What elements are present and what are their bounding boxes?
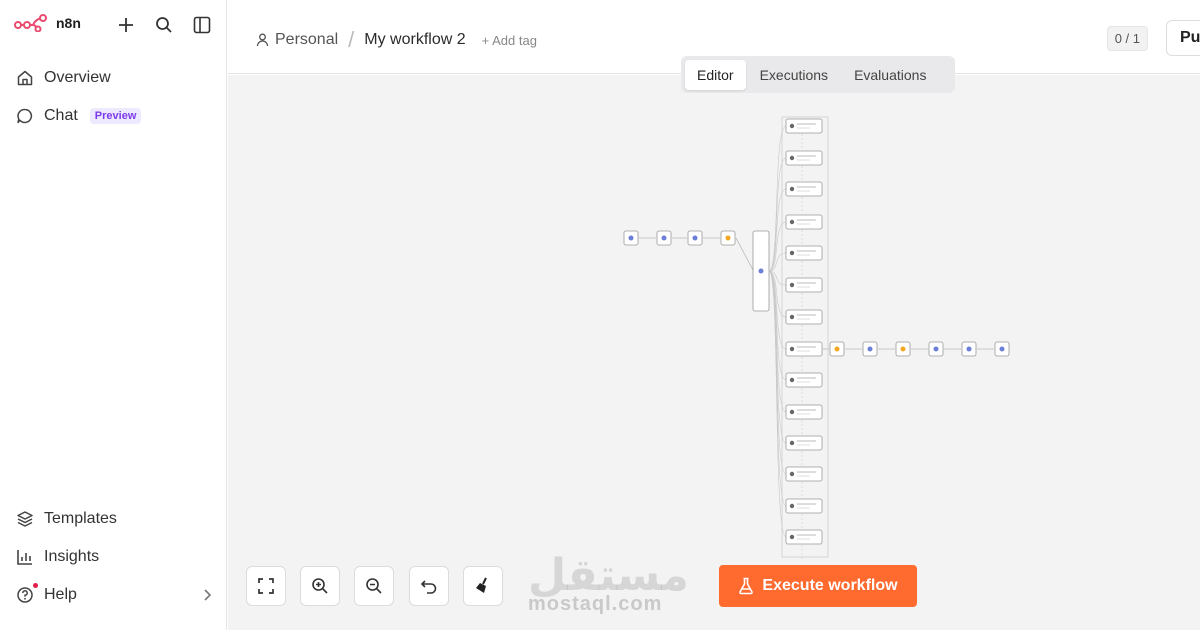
sidebar-item-help[interactable]: Help [0, 576, 227, 614]
fit-view-icon [258, 578, 274, 594]
workflow-canvas[interactable] [228, 75, 1200, 630]
home-icon [17, 70, 33, 86]
sidebar: n8n Overview Chat Preview Templates Insi… [0, 0, 227, 630]
node-icon[interactable] [692, 235, 698, 241]
node-icon[interactable] [789, 155, 795, 161]
plus-icon[interactable] [116, 15, 136, 35]
node-icon[interactable] [789, 123, 795, 129]
sidebar-bottom-nav: Templates Insights Help [0, 500, 227, 614]
fit-view-button[interactable] [246, 566, 286, 606]
undo-icon [421, 580, 437, 594]
connection [768, 221, 787, 272]
breadcrumb: Personal / My workflow 2 + Add tag [256, 27, 537, 53]
n8n-app: n8n Overview Chat Preview Templates Insi… [0, 0, 1200, 630]
sidebar-item-label: Help [44, 586, 77, 603]
brand-name: n8n [56, 15, 81, 31]
sidebar-item-templates[interactable]: Templates [0, 500, 227, 538]
workflow-graph[interactable] [228, 75, 1200, 630]
sidebar-item-label: Overview [44, 69, 111, 86]
node-icon[interactable] [900, 346, 906, 352]
preview-badge: Preview [89, 108, 142, 124]
tab-evaluations[interactable]: Evaluations [842, 60, 938, 90]
node-icon[interactable] [628, 235, 634, 241]
notification-dot [33, 583, 38, 588]
user-icon [256, 33, 269, 47]
sidebar-item-label: Chat [44, 107, 78, 124]
node-icon[interactable] [661, 235, 667, 241]
breadcrumb-project[interactable]: Personal [256, 31, 338, 49]
tab-editor[interactable]: Editor [685, 59, 746, 90]
node-icon[interactable] [789, 219, 795, 225]
workflow-title[interactable]: My workflow 2 [364, 31, 465, 49]
node-icon[interactable] [789, 346, 795, 352]
connection [735, 237, 754, 271]
templates-icon [17, 511, 33, 527]
add-tag-button[interactable]: + Add tag [482, 33, 537, 48]
flask-icon [739, 577, 754, 595]
node-icon[interactable] [966, 346, 972, 352]
execute-workflow-button[interactable]: Execute workflow [719, 565, 917, 607]
n8n-logo-icon [14, 14, 47, 32]
broom-icon [476, 577, 487, 593]
node-icon[interactable] [758, 268, 764, 274]
sidebar-nav: Overview Chat Preview [0, 59, 227, 135]
brand[interactable]: n8n [14, 14, 81, 32]
node-icon[interactable] [789, 471, 795, 477]
node-icon[interactable] [933, 346, 939, 352]
node-icon[interactable] [789, 440, 795, 446]
project-name: Personal [275, 31, 339, 48]
sidebar-item-insights[interactable]: Insights [0, 538, 227, 576]
sidebar-toggle-icon[interactable] [192, 15, 212, 35]
node-icon[interactable] [789, 503, 795, 509]
node-icon[interactable] [789, 250, 795, 256]
zoom-in-button[interactable] [300, 566, 340, 606]
workflow-nodes[interactable] [623, 116, 1010, 559]
sidebar-item-chat[interactable]: Chat Preview [0, 97, 227, 135]
node-icon[interactable] [789, 409, 795, 415]
node-icon[interactable] [999, 346, 1005, 352]
node-icon[interactable] [789, 534, 795, 540]
tab-executions[interactable]: Executions [748, 60, 840, 90]
undo-button[interactable] [409, 566, 449, 606]
sidebar-item-label: Insights [44, 548, 100, 565]
node-icon[interactable] [789, 377, 795, 383]
zoom-out-button[interactable] [354, 566, 394, 606]
chevron-right-icon [204, 589, 212, 601]
publish-counter: 0 / 1 [1106, 26, 1148, 51]
chat-icon [17, 108, 33, 124]
node-icon[interactable] [725, 235, 731, 241]
sidebar-top-actions [116, 15, 212, 35]
publish-button[interactable]: Pu [1166, 20, 1200, 56]
execute-workflow-label: Execute workflow [762, 577, 898, 594]
zoom-out-icon [366, 578, 382, 594]
breadcrumb-separator: / [348, 27, 355, 52]
watermark: mostaql.com [528, 593, 663, 615]
insights-icon [17, 550, 32, 565]
node-icon[interactable] [867, 346, 873, 352]
help-icon [17, 587, 33, 603]
node-icon[interactable] [834, 346, 840, 352]
view-tabs: Editor Executions Evaluations [681, 56, 955, 93]
sidebar-item-label: Templates [44, 510, 117, 527]
node-icon[interactable] [789, 186, 795, 192]
node-icon[interactable] [789, 314, 795, 320]
node-icon[interactable] [789, 282, 795, 288]
zoom-in-icon [312, 578, 328, 594]
sidebar-item-overview[interactable]: Overview [0, 59, 227, 97]
search-icon[interactable] [154, 15, 174, 35]
clear-button[interactable] [463, 566, 503, 606]
